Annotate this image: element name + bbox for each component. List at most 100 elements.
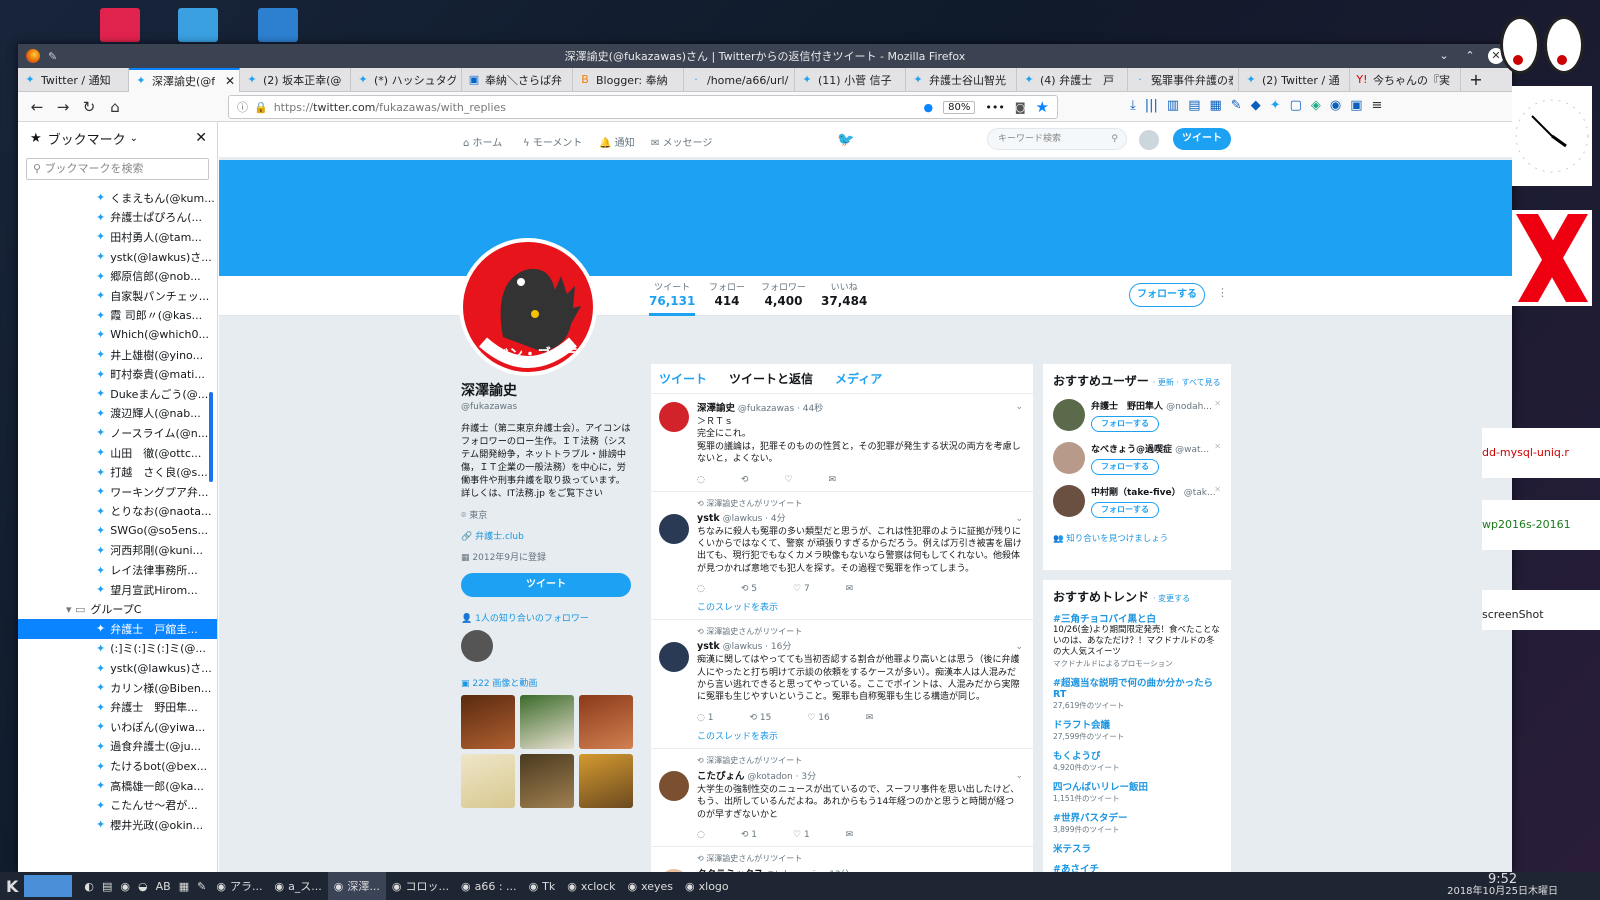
tweet[interactable]: ⌄ 深澤諭史 @fukazawas · 44秒 ＞ＲＴｓ 完全にこれ。 冤罪の議論は… [651, 394, 1033, 492]
chevron-down-icon[interactable]: ⌄ [130, 133, 138, 144]
user-avatar[interactable] [1053, 485, 1085, 517]
clipboard-icon[interactable]: ▢ [1290, 98, 1302, 113]
tweet-handle[interactable]: @lawkus [723, 642, 763, 652]
task-item[interactable]: ◉ a_ス... [268, 872, 327, 900]
recommended-user[interactable]: 弁護士 野田隼人 @nodah... フォローする ✕ [1053, 399, 1221, 432]
tweet-time[interactable]: 44秒 [803, 404, 823, 414]
browser-tab[interactable]: Y! 今ちゃんの『実 [1350, 68, 1461, 92]
tweet-handle[interactable]: @lawkus [723, 514, 763, 524]
user-name[interactable]: 中村剛（take-five） @tak... [1091, 485, 1221, 498]
page-actions-icon[interactable]: ••• [985, 101, 1004, 114]
sidebar-scrollbar[interactable] [209, 392, 213, 482]
bookmark-item[interactable]: ✦ 打越 さく良(@s... [18, 462, 217, 482]
launcher-icon-2[interactable]: ◉ [120, 880, 130, 893]
task-item[interactable]: ◉ xclock [561, 872, 621, 900]
bookmark-item[interactable]: ✦ 自家製パンチェッ... [18, 286, 217, 306]
bookmark-item[interactable]: ✦ 渡辺輝人(@nab... [18, 404, 217, 424]
text-editor-icon[interactable]: ▤ [102, 880, 112, 893]
menu-icon[interactable]: ≡ [1372, 98, 1383, 113]
timeline-tab[interactable]: ツイートと返信 [729, 370, 813, 387]
trend-item[interactable]: 四つんばいリレー飯田 1,151件のツイート [1053, 779, 1221, 804]
browser-tab[interactable]: ✦ 深澤諭史(@f ✕ [129, 68, 240, 92]
recommended-user[interactable]: 中村剛（take-five） @tak... フォローする ✕ [1053, 485, 1221, 518]
zoom-indicator[interactable]: 80% [943, 100, 976, 114]
like-icon[interactable]: ♡ [784, 475, 792, 485]
profile-website[interactable]: 🔗 弁護士.club [461, 529, 633, 542]
bookmark-item[interactable]: ✦ (:]ミ(:]ミ(:]ミ(@... [18, 639, 217, 659]
chevron-down-icon[interactable]: ⌄ [1436, 48, 1452, 64]
trend-name[interactable]: 米テスラ [1053, 841, 1221, 855]
bookmark-star-icon[interactable]: ★ [1036, 98, 1049, 116]
screenshot-icon[interactable]: ◉ [1330, 98, 1341, 113]
reader-icon[interactable]: ▤ [1188, 98, 1200, 113]
trend-item[interactable]: ドラフト会議 27,599件のツイート [1053, 717, 1221, 742]
browser-tab[interactable]: ✦ (11) 小菅 信子 [795, 68, 906, 92]
twitter-search-input[interactable]: キーワード検索 ⚲ [987, 128, 1127, 150]
photos-videos-link[interactable]: ▣ 222 画像と動画 [461, 676, 633, 689]
retweet-icon[interactable]: ⟲ [741, 475, 749, 485]
profile-name[interactable]: 深澤諭史 [461, 380, 633, 400]
task-item[interactable]: ◉ xlogo [679, 872, 735, 900]
message-icon[interactable]: ✉ [846, 830, 854, 840]
bookmark-item[interactable]: ✦ レイ法律事務所... [18, 560, 217, 580]
new-tab-icon[interactable]: + [1461, 68, 1491, 91]
font-icon[interactable]: AB [156, 880, 171, 893]
info-icon[interactable]: ⓘ [237, 99, 248, 115]
pen-icon[interactable]: ✎ [1231, 98, 1242, 113]
dismiss-icon[interactable]: ✕ [1214, 399, 1221, 408]
tweet-avatar[interactable] [659, 642, 689, 673]
extensions-icon[interactable]: ▦ [1209, 98, 1221, 113]
bookmark-item[interactable]: ✦ 町村泰貴(@mati... [18, 364, 217, 384]
keyboard-icon[interactable]: ▦ [179, 880, 189, 893]
home-icon[interactable]: ⌂ [102, 95, 128, 119]
who-to-follow-links[interactable]: · 更新 · すべて見る [1153, 378, 1221, 387]
tweet[interactable]: ⟲ 深澤諭史さんがリツイート⌄タクラミックス @takuramix · 13分安… [651, 847, 1033, 872]
trend-name[interactable]: #超適当な説明で何の曲か分かったらRT [1053, 675, 1221, 700]
trend-name[interactable]: #あさイチ [1053, 861, 1221, 872]
media-thumb[interactable] [461, 695, 515, 749]
dismiss-icon[interactable]: ✕ [1214, 485, 1221, 494]
browser-tab[interactable]: ✦ Twitter / 通知 [18, 68, 129, 92]
bookmark-item[interactable]: ✦ くまえもん(@kum... [18, 188, 217, 208]
home-desktop-icon[interactable] [178, 8, 218, 42]
bookmark-item[interactable]: ✦ ノースライム(@n... [18, 423, 217, 443]
bookmark-item[interactable]: ✦ たけるbot(@bex... [18, 756, 217, 776]
trend-item[interactable]: #世界パスタデー 3,899件のツイート [1053, 810, 1221, 835]
terminal-window-2[interactable]: wp2016s-20161 [1482, 500, 1600, 550]
bookmark-item[interactable]: ✦ カリン様(@Biben... [18, 678, 217, 698]
sidebar-toggle-icon[interactable]: ▥ [1167, 98, 1179, 113]
stat-0[interactable]: ツイート 76,131 [649, 280, 696, 316]
trends-change-link[interactable]: · 変更する [1153, 594, 1190, 603]
url-bar[interactable]: ⓘ 🔒 https://twitter.com/fukazawas/with_r… [228, 95, 1058, 119]
bookmark-item[interactable]: ✦ Which(@which0... [18, 325, 217, 345]
chevron-down-icon[interactable]: ⌄ [1015, 642, 1023, 652]
bookmark-item[interactable]: ✦ SWGo(@so5ens... [18, 521, 217, 541]
follow-user-button[interactable]: フォローする [1091, 416, 1159, 432]
media-thumb[interactable] [520, 754, 574, 808]
retweet-icon[interactable]: ⟲ 1 [741, 830, 757, 840]
like-icon[interactable]: ♡ 1 [793, 830, 810, 840]
trend-item[interactable]: #三角チョコパイ黒と白 10/26(金)より期間限定発売！食べたことないのは、あな… [1053, 611, 1221, 669]
task-item[interactable]: ◉ 深澤... [327, 872, 386, 900]
recommended-user[interactable]: なべきょう@過喫症 @wat... フォローする ✕ [1053, 442, 1221, 475]
bookmark-item[interactable]: ✦ Dukeまんごう(@... [18, 384, 217, 404]
bookmark-search-input[interactable]: ⚲ ブックマークを検索 [26, 158, 209, 180]
dismiss-icon[interactable]: ✕ [1214, 442, 1221, 451]
tweet[interactable]: ⟲ 深澤諭史さんがリツイート ⌄ こたぴょん @kotadon · 3分 大学生の強制… [651, 749, 1033, 848]
bookmark-item[interactable]: ✦ 過食弁護士(@ju... [18, 737, 217, 757]
twitter-ext-icon[interactable]: ✦ [1270, 98, 1281, 113]
trend-name[interactable]: #三角チョコパイ黒と白 [1053, 611, 1221, 625]
task-item[interactable]: ◉ Tk [523, 872, 562, 900]
bookmark-folder[interactable]: ▾ ▭ グループC [18, 599, 217, 619]
tweet-avatar[interactable] [659, 513, 689, 544]
tweet-handle[interactable]: @kotadon [747, 772, 792, 782]
timeline-tab[interactable]: ツイート [659, 370, 707, 387]
bookmark-item[interactable]: ✦ ystk(@lawkus)さ... [18, 247, 217, 267]
timeline-tab[interactable]: メディア [835, 370, 882, 387]
browser-tab[interactable]: ✦ 弁護士谷山智光 [906, 68, 1017, 92]
browser-tab[interactable]: ✦ (2) 坂本正幸(@ [240, 68, 351, 92]
task-item[interactable]: ◉ a66 : ... [455, 872, 523, 900]
media-thumb[interactable] [579, 754, 633, 808]
show-thread-link[interactable]: このスレッドを表示 [697, 600, 1023, 613]
tweet-avatar[interactable] [659, 402, 689, 432]
